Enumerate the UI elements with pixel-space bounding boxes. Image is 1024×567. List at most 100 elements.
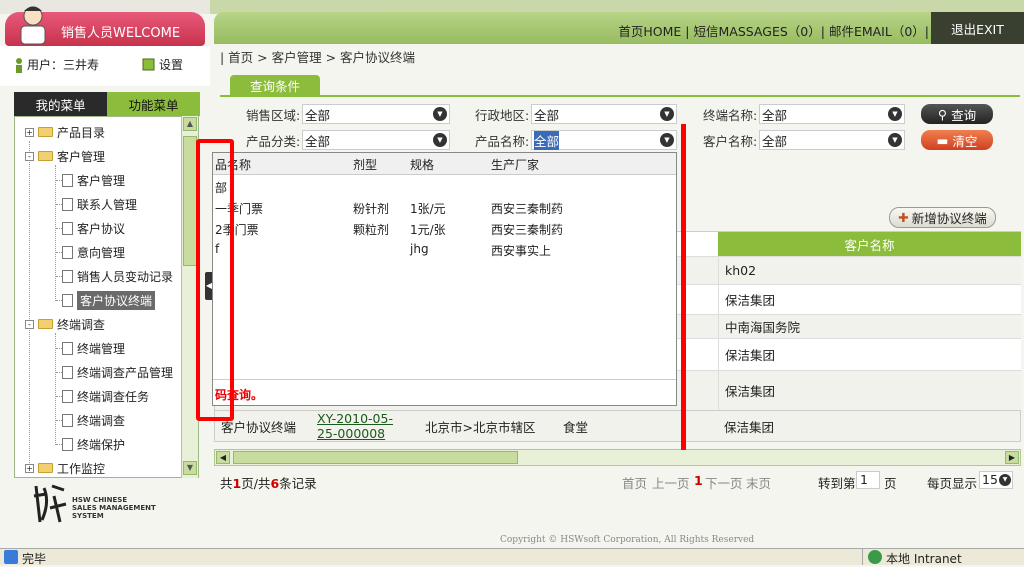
expand-icon[interactable]: + (25, 463, 34, 473)
folder-open-icon (38, 151, 53, 161)
col-spec: 规格 (410, 158, 435, 172)
nav-sms[interactable]: 短信MASSAGES（0）| (693, 21, 824, 40)
annotation-highlight-box (196, 139, 234, 421)
tree-item-agreement-terminal[interactable]: 客户协议终端 (62, 290, 156, 310)
status-divider (862, 549, 863, 565)
category-select[interactable]: 全部 ▼ (302, 130, 450, 150)
goto-page-input[interactable]: 1 (856, 471, 880, 489)
pagination: 共1页/共6条记录 首页 上一页 1 下一页 末页 转到第 1 页 每页显示 1… (214, 470, 1021, 492)
per-page-select[interactable]: 15 ▼ (979, 471, 1013, 489)
welcome-title: 销售人员WELCOME (61, 26, 181, 41)
popup-footer-hint: 码查询。 (213, 379, 676, 405)
tree-item-terminal-protect[interactable]: 终端保护 (62, 434, 125, 454)
nav-email[interactable]: 邮件EMAIL（0）| (829, 21, 929, 40)
sales-region-label: 销售区域: (246, 108, 301, 123)
tab-query-conditions[interactable]: 查询条件 (230, 75, 320, 96)
scroll-down-icon[interactable]: ▼ (183, 461, 197, 475)
add-agreement-terminal-button[interactable]: ✚ 新增协议终端 (889, 207, 996, 228)
tree-item-customer[interactable]: 客户管理 (62, 170, 125, 190)
clear-button[interactable]: ▬ 清空 (921, 130, 993, 150)
tree-item-customer-mgmt[interactable]: - 客户管理 (25, 146, 105, 166)
table-hscrollbar[interactable]: ◀ ▶ (214, 449, 1021, 466)
dropdown-arrow-icon: ▼ (888, 133, 902, 147)
scroll-left-icon[interactable]: ◀ (216, 451, 230, 464)
tree-item-agreement[interactable]: 客户协议 (62, 218, 125, 238)
admin-region-label: 行政地区: (475, 108, 530, 123)
add-icon: ✚ (898, 210, 909, 225)
terminal-name-label: 终端名称: (703, 108, 758, 123)
tab-function-menu[interactable]: 功能菜单 (107, 92, 200, 116)
goto-label: 转到第 (818, 476, 856, 491)
tree-item-terminal-mgmt[interactable]: 终端管理 (62, 338, 125, 358)
nav-home[interactable]: 首页HOME | (618, 21, 689, 40)
column-header-customer[interactable]: 客户名称 (718, 232, 1021, 256)
user-label: 用户：三井寿 (27, 58, 100, 72)
user-avatar-icon (20, 6, 46, 45)
tree-item-contacts[interactable]: 联系人管理 (62, 194, 137, 214)
admin-region-select[interactable]: 全部 ▼ (531, 104, 677, 124)
prev-page-link[interactable]: 上一页 (652, 473, 690, 492)
document-icon (62, 389, 73, 403)
expand-icon[interactable]: + (25, 127, 34, 137)
status-text: 完毕 (22, 552, 47, 566)
user-bar: 用户：三井寿 设置 (0, 46, 210, 86)
query-button[interactable]: ⚲ 查询 (921, 104, 993, 124)
annotation-highlight-line (681, 124, 686, 450)
col-manufacturer: 生产厂家 (491, 158, 540, 172)
scroll-up-icon[interactable]: ▲ (183, 117, 197, 131)
last-page-link[interactable]: 末页 (746, 473, 771, 492)
product-name-label: 产品名称: (475, 134, 530, 149)
dropdown-arrow-icon: ▼ (660, 133, 674, 147)
document-icon (62, 293, 73, 307)
tree-item-terminal-survey[interactable]: - 终端调查 (25, 314, 105, 334)
agreement-code-link[interactable]: XY-2010-05-25-000008 (317, 411, 407, 441)
terminal-name-select[interactable]: 全部 ▼ (759, 104, 905, 124)
document-icon (62, 437, 73, 451)
next-page-link[interactable]: 下一页 (705, 473, 743, 492)
welcome-banner: 销售人员WELCOME (5, 6, 205, 46)
customer-name-select[interactable]: 全部 ▼ (759, 130, 905, 150)
status-bar: 完毕 本地 Intranet (0, 548, 1024, 566)
dropdown-arrow-icon: ▼ (999, 474, 1011, 486)
tab-my-menu[interactable]: 我的菜单 (14, 92, 107, 116)
col-dosage: 剂型 (353, 158, 378, 172)
settings-link[interactable]: 设置 (142, 56, 183, 73)
dropdown-arrow-icon: ▼ (888, 107, 902, 121)
tree-item-intent[interactable]: 意向管理 (62, 242, 125, 262)
breadcrumb: | 首页 > 客户管理 > 客户协议终端 (220, 50, 416, 65)
exit-button[interactable]: 退出EXIT (931, 12, 1024, 44)
folder-icon (38, 463, 53, 473)
tree-item-sales-changes[interactable]: 销售人员变动记录 (62, 266, 173, 286)
scroll-right-icon[interactable]: ▶ (1005, 451, 1019, 464)
intranet-zone-icon (868, 550, 882, 564)
user-info: 用户：三井寿 (14, 56, 99, 73)
tree-item-products[interactable]: + 产品目录 (25, 122, 105, 142)
scroll-thumb[interactable] (183, 136, 197, 266)
per-page-label: 每页显示 (927, 476, 978, 491)
copyright: Copyright © HSWsoft Corporation, All Rig… (500, 535, 755, 545)
settings-label: 设置 (159, 58, 184, 72)
product-name-select[interactable]: 全部 ▼ (531, 130, 677, 150)
document-icon (62, 365, 73, 379)
dropdown-arrow-icon: ▼ (433, 107, 447, 121)
document-icon (62, 413, 73, 427)
user-icon (16, 57, 22, 73)
tab-underline (220, 95, 1020, 97)
product-dropdown-popup: 品名称 剂型 规格 生产厂家 部 一季门票 粉针剂 1张/元 西安三秦制药 2季… (212, 152, 677, 406)
record-summary: 共1页/共6条记录 (220, 476, 317, 491)
collapse-icon[interactable]: - (25, 319, 34, 329)
collapse-icon[interactable]: - (25, 151, 34, 161)
tree-item-work-monitor[interactable]: + 工作监控 (25, 458, 105, 477)
scroll-thumb[interactable] (233, 451, 518, 464)
first-page-link[interactable]: 首页 (622, 473, 647, 492)
settings-icon (142, 58, 155, 71)
table-row[interactable]: 客户协议终端 XY-2010-05-25-000008 北京市>北京市辖区 食堂… (214, 410, 1021, 442)
current-page: 1 (694, 473, 703, 488)
sales-region-select[interactable]: 全部 ▼ (302, 104, 450, 124)
tree-item-survey[interactable]: 终端调查 (62, 410, 125, 430)
top-nav: 首页HOME | 短信MASSAGES（0）| 邮件EMAIL（0）| 退出EX… (214, 12, 1024, 44)
document-icon (62, 173, 73, 187)
customer-name-label: 客户名称: (703, 134, 758, 149)
tree-item-survey-products[interactable]: 终端调查产品管理 (62, 362, 173, 382)
tree-item-survey-tasks[interactable]: 终端调查任务 (62, 386, 149, 406)
